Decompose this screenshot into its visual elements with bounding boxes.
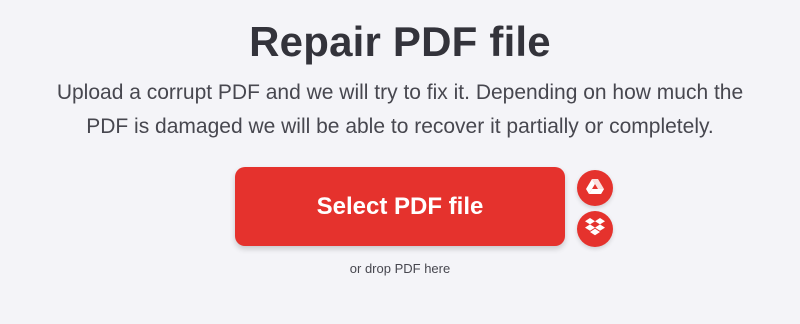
description-line-2: PDF is damaged we will be able to recove… xyxy=(86,115,714,138)
google-drive-button[interactable] xyxy=(577,170,613,206)
page-title: Repair PDF file xyxy=(249,18,551,65)
dropbox-button[interactable] xyxy=(577,211,613,247)
page-description: Upload a corrupt PDF and we will try to … xyxy=(10,76,790,144)
dropbox-icon xyxy=(585,217,605,241)
description-line-1: Upload a corrupt PDF and we will try to … xyxy=(56,81,744,104)
select-pdf-file-button[interactable]: Select PDF file xyxy=(235,167,565,246)
drop-hint: or drop PDF here xyxy=(349,261,451,276)
google-drive-icon xyxy=(586,178,604,199)
